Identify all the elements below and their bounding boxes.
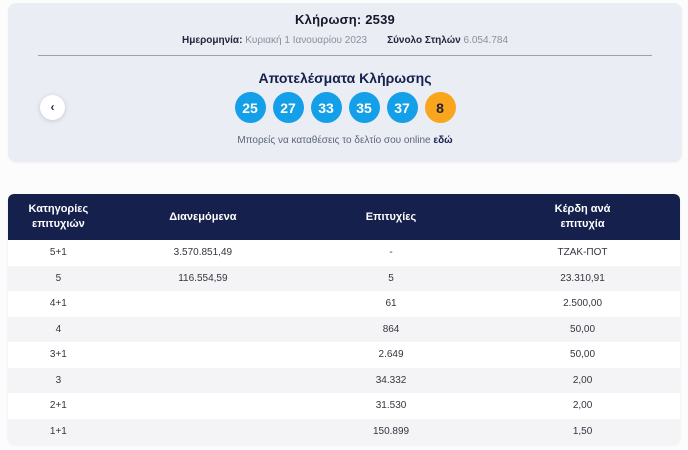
draw-date-value: Κυριακή 1 Ιανουαρίου 2023 — [245, 35, 368, 46]
table-column-header: Κατηγορίες επιτυχιών — [28, 203, 89, 230]
table-row: 5 116.554,59 5 23.310,91 — [8, 265, 680, 291]
table-cell: 2+1 — [49, 400, 67, 412]
number-ball: 33 — [310, 92, 342, 123]
table-cell: 2,00 — [572, 374, 593, 386]
draw-title: Κλήρωση: 2539 — [295, 12, 395, 27]
total-columns-label: Σύνολο Στηλών — [387, 35, 461, 46]
bonus-number-ball: 8 — [424, 92, 456, 123]
table-cell: 23.310,91 — [560, 272, 605, 284]
table-cell: 3+1 — [49, 349, 67, 361]
table-cell — [109, 368, 297, 394]
table-column-header: Επιτυχίες — [365, 210, 417, 223]
online-note-text: Μπορείς να καταθέσεις το δελτίο σου onli… — [237, 135, 431, 146]
table-cell: 5 — [388, 272, 394, 284]
table-cell: 3.570.851,49 — [173, 247, 233, 259]
table-cell: 4 — [55, 323, 62, 335]
table-column-header: Κέρδη ανά επιτυχία — [554, 203, 611, 230]
online-note-link[interactable]: εδώ — [433, 135, 452, 146]
table-cell: 2.500,00 — [563, 298, 603, 310]
header-divider — [38, 55, 652, 56]
number-ball: 25 — [234, 92, 266, 123]
table-cell: 1+1 — [49, 425, 67, 437]
table-row: 4 864 50,00 — [8, 316, 680, 343]
total-columns: Σύνολο Στηλών 6.054.784 — [387, 35, 508, 46]
table-row: 2+1 31.530 2,00 — [8, 393, 680, 419]
table-cell: ΤΖΑΚ-ΠΟΤ — [557, 247, 608, 259]
draw-results-panel: Κλήρωση: 2539 Ημερομηνία: Κυριακή 1 Ιανο… — [8, 3, 682, 162]
table-cell: 50,00 — [570, 349, 596, 361]
table-cell — [109, 342, 297, 368]
chevron-left-icon: ‹ — [50, 100, 55, 114]
table-cell: 31.530 — [375, 400, 407, 412]
table-cell: 864 — [382, 323, 400, 335]
table-cell: 50,00 — [570, 323, 596, 335]
table-cell — [109, 419, 297, 445]
online-note: Μπορείς να καταθέσεις το δελτίο σου onli… — [8, 135, 682, 146]
results-title: Αποτελέσματα Κλήρωσης — [258, 70, 432, 86]
table-cell: 5 — [55, 272, 62, 284]
table-cell: 3 — [55, 374, 62, 386]
table-row: 5+1 3.570.851,49 - ΤΖΑΚ-ΠΟΤ — [8, 240, 680, 266]
previous-draw-button[interactable]: ‹ — [40, 95, 65, 120]
draw-date: Ημερομηνία: Κυριακή 1 Ιανουαρίου 2023 — [182, 35, 367, 46]
table-cell: - — [389, 247, 393, 259]
table-cell — [109, 291, 297, 317]
table-cell: 34.332 — [375, 374, 407, 386]
drawn-numbers: 25 27 33 35 37 8 — [8, 92, 682, 123]
table-row: 3+1 2.649 50,00 — [8, 342, 680, 368]
table-cell — [109, 393, 297, 419]
table-cell: 2,00 — [572, 400, 593, 412]
table-cell: 5+1 — [49, 247, 67, 259]
table-row: 1+1 150.899 1,50 — [8, 418, 680, 445]
table-row: 4+1 61 2.500,00 — [8, 291, 680, 317]
table-cell: 1,50 — [572, 425, 593, 437]
number-ball: 37 — [386, 92, 418, 123]
draw-meta: Ημερομηνία: Κυριακή 1 Ιανουαρίου 2023 Σύ… — [8, 35, 682, 46]
table-cell: 4+1 — [49, 298, 67, 310]
table-header-row: Κατηγορίες επιτυχιών Διανεμόμενα Επιτυχίες… — [8, 194, 680, 240]
table-body: 5+1 3.570.851,49 - ΤΖΑΚ-ΠΟΤ 5 116.554,59 5 23.3… — [8, 240, 680, 444]
table-column-header: Διανεμόμενα — [169, 210, 237, 223]
table-cell — [109, 317, 297, 343]
table-cell: 150.899 — [372, 425, 410, 437]
table-row: 3 34.332 2,00 — [8, 367, 680, 394]
number-ball: 27 — [272, 92, 304, 123]
number-ball: 35 — [348, 92, 380, 123]
table-cell: 116.554,59 — [178, 272, 228, 284]
winnings-table: Κατηγορίες επιτυχιών Διανεμόμενα Επιτυχίες… — [8, 194, 680, 444]
table-cell: 2.649 — [378, 349, 404, 361]
table-cell: 61 — [385, 298, 397, 310]
total-columns-value: 6.054.784 — [463, 35, 509, 46]
draw-date-label: Ημερομηνία: — [181, 35, 243, 46]
